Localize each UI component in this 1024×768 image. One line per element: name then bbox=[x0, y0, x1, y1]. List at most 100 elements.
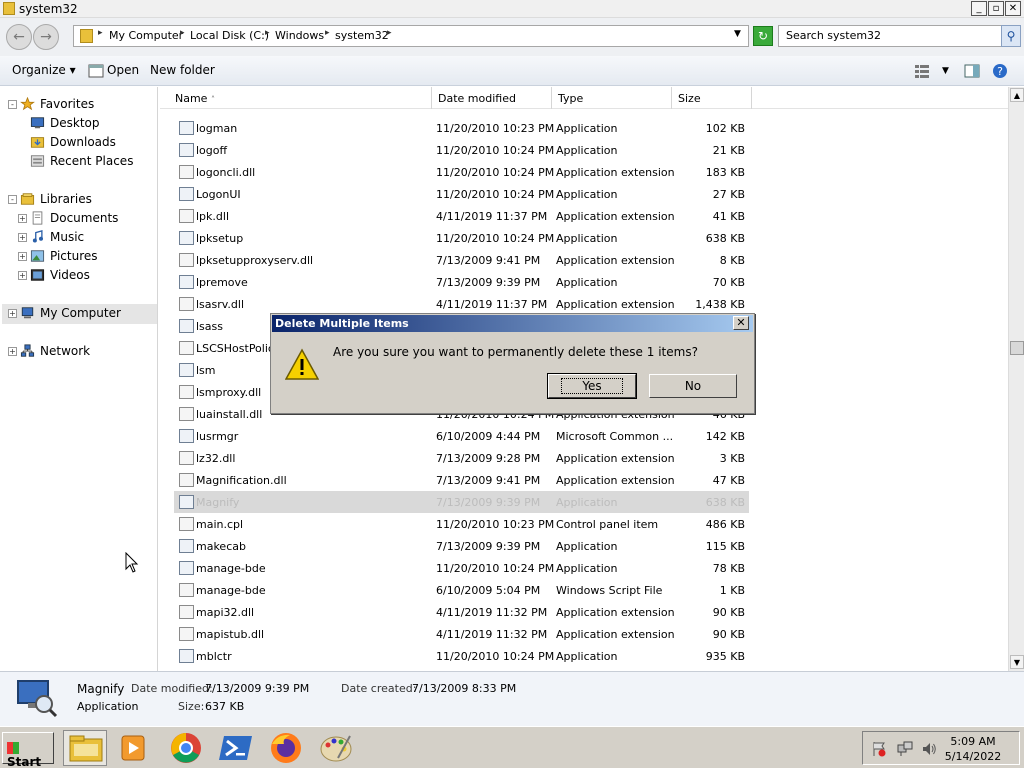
forward-button[interactable]: → bbox=[33, 24, 59, 50]
table-row[interactable]: logoff 11/20/2010 10:24 PM Application 21 K… bbox=[174, 139, 749, 161]
nav-pictures[interactable]: Pictures bbox=[30, 248, 150, 266]
open-button[interactable]: Open bbox=[107, 63, 139, 77]
clock-date[interactable]: 5/14/2022 bbox=[943, 750, 1003, 763]
start-button[interactable]: Start bbox=[2, 732, 54, 768]
table-row[interactable]: lpremove 7/13/2009 9:39 PM Application 70 K… bbox=[174, 271, 749, 293]
nav-downloads[interactable]: Downloads bbox=[30, 134, 150, 152]
taskbar-firefox[interactable] bbox=[264, 730, 308, 766]
table-row[interactable]: Magnification.dll 7/13/2009 9:41 PM Applic… bbox=[174, 469, 749, 491]
taskbar-chrome[interactable] bbox=[164, 730, 208, 766]
breadcrumb-my-computer[interactable]: My Computer bbox=[109, 29, 183, 42]
clock-time[interactable]: 5:09 AM bbox=[943, 735, 1003, 748]
table-row[interactable]: manage-bde 11/20/2010 10:24 PM Application… bbox=[174, 557, 749, 579]
expand-icon[interactable]: + bbox=[18, 214, 27, 223]
table-row[interactable]: lpksetupproxyserv.dll 7/13/2009 9:41 PM Ap… bbox=[174, 249, 749, 271]
expand-icon[interactable]: + bbox=[8, 309, 17, 318]
collapse-icon[interactable]: - bbox=[8, 195, 17, 204]
nav-documents[interactable]: Documents bbox=[30, 210, 150, 228]
chevron-right-icon[interactable]: ▸ bbox=[387, 28, 392, 38]
file-type: Application bbox=[556, 122, 618, 135]
volume-icon[interactable] bbox=[921, 741, 937, 757]
close-button[interactable]: ✕ bbox=[1005, 1, 1021, 16]
table-row[interactable]: LogonUI 11/20/2010 10:24 PM Application 27 … bbox=[174, 183, 749, 205]
table-row[interactable]: lsasrv.dll 4/11/2019 11:37 PM Application … bbox=[174, 293, 749, 315]
table-row[interactable]: manage-bde 6/10/2009 5:04 PM Windows Scrip… bbox=[174, 579, 749, 601]
nav-videos[interactable]: Videos bbox=[30, 267, 150, 285]
table-row[interactable]: logoncli.dll 11/20/2010 10:24 PM Applicati… bbox=[174, 161, 749, 183]
breadcrumb-system32[interactable]: system32 bbox=[335, 29, 389, 42]
taskbar-media-player[interactable] bbox=[112, 730, 156, 766]
dll-file-icon bbox=[179, 605, 194, 619]
table-row[interactable]: mblctr 11/20/2010 10:24 PM Application 935 … bbox=[174, 645, 749, 667]
back-button[interactable]: ← bbox=[6, 24, 32, 50]
no-button[interactable]: No bbox=[649, 374, 737, 398]
preview-pane-icon[interactable] bbox=[964, 63, 980, 79]
nav-desktop[interactable]: Desktop bbox=[30, 115, 150, 133]
nav-network[interactable]: Network bbox=[20, 343, 150, 361]
maximize-button[interactable]: ▫ bbox=[988, 1, 1004, 16]
table-row[interactable]: mapi32.dll 4/11/2019 11:32 PM Application … bbox=[174, 601, 749, 623]
table-row[interactable]: lpksetup 11/20/2010 10:24 PM Application 63… bbox=[174, 227, 749, 249]
chevron-right-icon[interactable]: ▸ bbox=[98, 28, 103, 38]
nav-favorites[interactable]: Favorites bbox=[20, 96, 150, 114]
nav-recent-places-label: Recent Places bbox=[50, 154, 134, 168]
network-tray-icon[interactable] bbox=[897, 741, 913, 757]
address-field[interactable]: ▸ My Computer ▸ Local Disk (C:) ▸ Window… bbox=[73, 25, 749, 47]
collapse-icon[interactable]: - bbox=[8, 100, 17, 109]
column-name[interactable]: Name ˄ bbox=[169, 87, 432, 109]
file-size: 638 KB bbox=[705, 496, 745, 509]
application-icon bbox=[179, 649, 194, 663]
refresh-button[interactable]: ↻ bbox=[753, 26, 773, 46]
application-icon bbox=[179, 539, 194, 553]
powershell-icon bbox=[219, 736, 252, 760]
nav-my-computer[interactable]: + My Computer bbox=[2, 304, 157, 324]
nav-recent-places[interactable]: Recent Places bbox=[30, 153, 150, 171]
chevron-down-icon[interactable]: ▼ bbox=[942, 66, 949, 76]
vertical-scrollbar[interactable]: ▲ ▼ bbox=[1008, 87, 1024, 671]
table-row[interactable]: Magnify 7/13/2009 9:39 PM Application 638 K… bbox=[174, 491, 749, 513]
file-type: Application extension bbox=[556, 254, 675, 267]
minimize-button[interactable]: _ bbox=[971, 1, 987, 16]
file-name: Magnify bbox=[196, 496, 240, 509]
dll-file-icon bbox=[179, 297, 194, 311]
yes-button[interactable]: Yes bbox=[547, 373, 637, 399]
scroll-down-arrow-icon[interactable]: ▼ bbox=[1010, 655, 1024, 669]
chevron-right-icon[interactable]: ▸ bbox=[265, 28, 270, 38]
taskbar-powershell[interactable] bbox=[214, 730, 258, 766]
table-row[interactable]: lz32.dll 7/13/2009 9:28 PM Application ext… bbox=[174, 447, 749, 469]
expand-icon[interactable]: + bbox=[18, 271, 27, 280]
chevron-right-icon[interactable]: ▸ bbox=[325, 28, 330, 38]
column-type[interactable]: Type bbox=[552, 87, 672, 109]
column-size[interactable]: Size bbox=[672, 87, 752, 109]
column-date-modified[interactable]: Date modified bbox=[432, 87, 552, 109]
file-name: makecab bbox=[196, 540, 246, 553]
action-center-flag-icon[interactable] bbox=[871, 741, 887, 757]
expand-icon[interactable]: + bbox=[18, 233, 27, 242]
chevron-down-icon[interactable]: ▼ bbox=[734, 29, 741, 39]
breadcrumb-windows[interactable]: Windows bbox=[275, 29, 324, 42]
table-row[interactable]: lpk.dll 4/11/2019 11:37 PM Application ext… bbox=[174, 205, 749, 227]
view-options-icon[interactable] bbox=[914, 63, 930, 79]
chevron-right-icon[interactable]: ▸ bbox=[180, 28, 185, 38]
scroll-up-arrow-icon[interactable]: ▲ bbox=[1010, 88, 1024, 102]
scroll-thumb[interactable] bbox=[1010, 341, 1024, 355]
dialog-close-button[interactable]: ✕ bbox=[733, 316, 749, 330]
expand-icon[interactable]: + bbox=[18, 252, 27, 261]
new-folder-button[interactable]: New folder bbox=[150, 63, 215, 77]
organize-button[interactable]: Organize ▾ bbox=[12, 63, 76, 77]
breadcrumb-local-disk[interactable]: Local Disk (C:) bbox=[190, 29, 269, 42]
table-row[interactable]: main.cpl 11/20/2010 10:23 PM Control panel… bbox=[174, 513, 749, 535]
help-icon[interactable]: ? bbox=[992, 63, 1008, 79]
expand-icon[interactable]: + bbox=[8, 347, 17, 356]
file-name: lpksetup bbox=[196, 232, 244, 245]
table-row[interactable]: logman 11/20/2010 10:23 PM Application 102 … bbox=[174, 117, 749, 139]
taskbar-paint[interactable] bbox=[314, 730, 358, 766]
table-row[interactable]: lusrmgr 6/10/2009 4:44 PM Microsoft Common… bbox=[174, 425, 749, 447]
table-row[interactable]: makecab 7/13/2009 9:39 PM Application 115 K… bbox=[174, 535, 749, 557]
search-icon[interactable]: ⚲ bbox=[1001, 25, 1021, 47]
nav-music[interactable]: Music bbox=[30, 229, 150, 247]
search-input[interactable]: Search system32 bbox=[778, 25, 1002, 47]
taskbar-explorer[interactable] bbox=[63, 730, 107, 766]
table-row[interactable]: mapistub.dll 4/11/2019 11:32 PM Applicatio… bbox=[174, 623, 749, 645]
nav-libraries[interactable]: Libraries bbox=[20, 191, 150, 209]
